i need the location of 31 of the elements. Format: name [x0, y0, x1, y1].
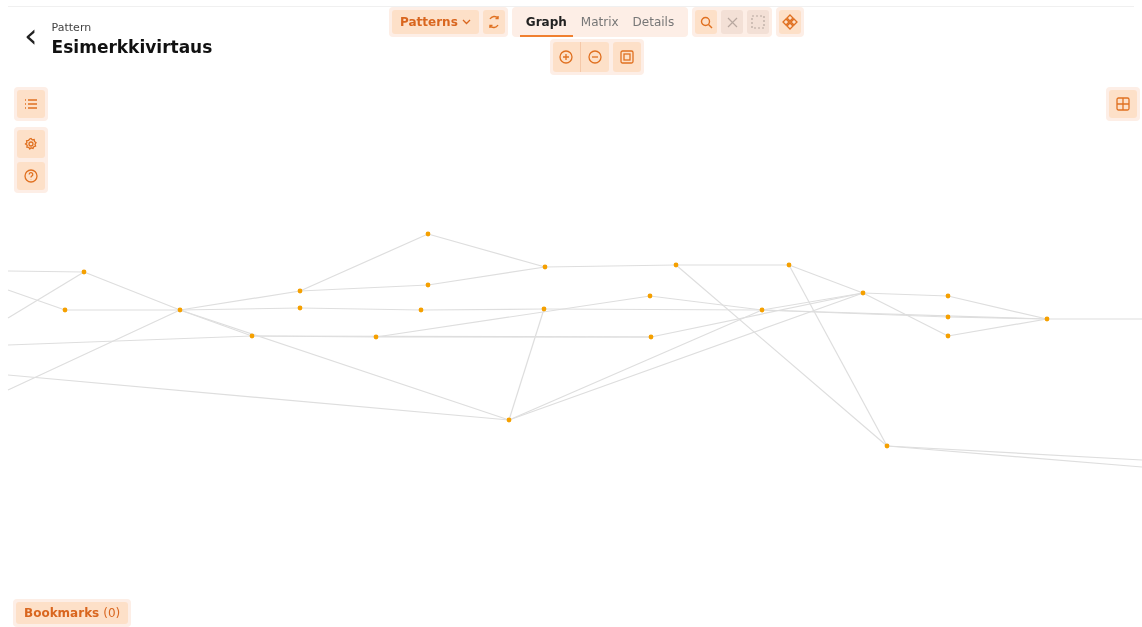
- zoom-in-button[interactable]: [552, 42, 581, 72]
- layout-button[interactable]: [779, 10, 802, 34]
- view-tab[interactable]: Matrix: [574, 10, 625, 37]
- help-button[interactable]: [17, 162, 45, 190]
- page-subtitle: Pattern: [51, 21, 93, 34]
- fit-view-icon: [619, 50, 634, 64]
- close-icon: [726, 16, 738, 28]
- search-button[interactable]: [695, 10, 718, 34]
- page-title: Esimerkkivirtaus: [51, 37, 213, 57]
- bookmarks-button[interactable]: Bookmarks (0): [16, 602, 129, 624]
- zoom-out-button[interactable]: [580, 42, 609, 72]
- list-icon: [24, 98, 38, 110]
- search-icon: [699, 15, 713, 29]
- view-tab[interactable]: Graph: [519, 10, 573, 37]
- grid-icon: [1116, 97, 1130, 111]
- diamond-nodes-icon: [782, 14, 799, 30]
- refresh-icon: [486, 15, 501, 29]
- list-button[interactable]: [17, 90, 45, 118]
- grid-button[interactable]: [1109, 90, 1137, 118]
- fit-view-button[interactable]: [612, 42, 641, 72]
- help-icon: [24, 169, 38, 183]
- back-button[interactable]: ‹: [24, 21, 38, 49]
- dashed-square-icon: [751, 15, 766, 29]
- view-tab[interactable]: Details: [626, 10, 681, 37]
- settings-button[interactable]: [17, 130, 45, 158]
- refresh-button[interactable]: [482, 10, 505, 34]
- chevron-icon: [461, 19, 471, 25]
- patterns-dropdown[interactable]: Patterns: [392, 10, 479, 34]
- zoom-out-icon: [587, 50, 602, 64]
- zoom-in-icon: [559, 50, 574, 64]
- settings-icon: [24, 137, 38, 151]
